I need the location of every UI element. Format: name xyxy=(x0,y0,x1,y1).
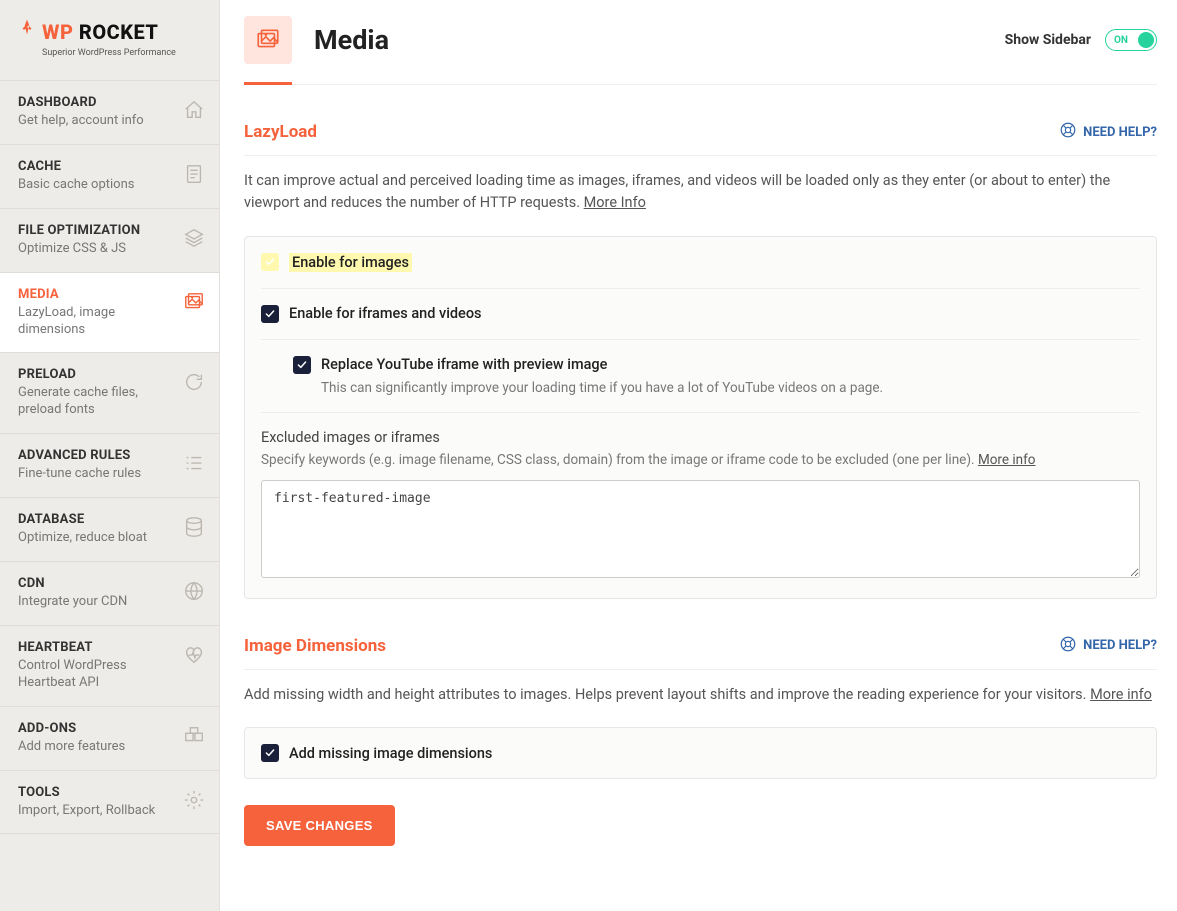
nav-title: MEDIA xyxy=(18,287,173,302)
nav-subtitle: Generate cache files, preload fonts xyxy=(18,385,173,419)
globe-icon xyxy=(183,580,205,602)
heartbeat-icon xyxy=(183,644,205,666)
enable-iframes-label: Enable for iframes and videos xyxy=(289,305,482,322)
sidebar-item-tools[interactable]: TOOLS Import, Export, Rollback xyxy=(0,770,219,835)
sidebar-item-file-optimization[interactable]: FILE OPTIMIZATION Optimize CSS & JS xyxy=(0,208,219,272)
nav-title: PRELOAD xyxy=(18,367,173,382)
excluded-desc: Specify keywords (e.g. image filename, C… xyxy=(261,452,1140,468)
more-info-link[interactable]: More info xyxy=(1090,686,1152,703)
nav-title: DASHBOARD xyxy=(18,95,173,110)
file-icon xyxy=(183,163,205,185)
help-icon xyxy=(1059,635,1077,657)
nav-subtitle: Fine-tune cache rules xyxy=(18,466,173,483)
sidebar-item-media[interactable]: MEDIA LazyLoad, image dimensions xyxy=(0,272,219,353)
brand-name: WP ROCKET xyxy=(42,20,158,44)
nav-title: HEARTBEAT xyxy=(18,640,173,655)
home-icon xyxy=(183,99,205,121)
boxes-icon xyxy=(183,725,205,747)
show-sidebar-label: Show Sidebar xyxy=(1005,32,1091,48)
gear-icon xyxy=(183,789,205,811)
enable-iframes-checkbox[interactable] xyxy=(261,305,279,323)
toggle-on-label: ON xyxy=(1114,35,1128,46)
brand-tagline: Superior WordPress Performance xyxy=(42,48,201,58)
more-info-link[interactable]: More Info xyxy=(584,194,646,211)
layers-icon xyxy=(183,227,205,249)
need-help-label: NEED HELP? xyxy=(1083,638,1157,653)
nav-subtitle: LazyLoad, image dimensions xyxy=(18,305,173,339)
sidebar-item-advanced-rules[interactable]: ADVANCED RULES Fine-tune cache rules xyxy=(0,433,219,497)
nav-title: ADVANCED RULES xyxy=(18,448,173,463)
rocket-icon xyxy=(18,18,36,46)
replace-youtube-checkbox[interactable] xyxy=(293,356,311,374)
nav-subtitle: Basic cache options xyxy=(18,177,173,194)
nav-title: TOOLS xyxy=(18,785,173,800)
enable-images-label: Enable for images xyxy=(289,253,412,272)
images-icon xyxy=(183,291,205,313)
need-help-button[interactable]: NEED HELP? xyxy=(1059,635,1157,657)
nav-title: ADD-ONS xyxy=(18,721,173,736)
need-help-button[interactable]: NEED HELP? xyxy=(1059,121,1157,143)
nav-subtitle: Control WordPress Heartbeat API xyxy=(18,658,173,692)
nav-subtitle: Add more features xyxy=(18,739,173,756)
sidebar-item-database[interactable]: DATABASE Optimize, reduce bloat xyxy=(0,497,219,561)
lazyload-description: It can improve actual and perceived load… xyxy=(244,170,1157,214)
excluded-title: Excluded images or iframes xyxy=(261,429,1140,446)
accent-bar xyxy=(244,82,292,85)
sidebar: WP ROCKET Superior WordPress Performance… xyxy=(0,0,220,911)
nav-title: CACHE xyxy=(18,159,173,174)
page-header: Media Show Sidebar ON xyxy=(244,10,1157,85)
refresh-icon xyxy=(183,371,205,393)
sidebar-item-add-ons[interactable]: ADD-ONS Add more features xyxy=(0,706,219,770)
image-dim-description: Add missing width and height attributes … xyxy=(244,684,1157,706)
nav-title: DATABASE xyxy=(18,512,173,527)
nav-subtitle: Get help, account info xyxy=(18,113,173,130)
image-dim-title: Image Dimensions xyxy=(244,636,386,656)
replace-youtube-help: This can significantly improve your load… xyxy=(321,380,1140,396)
nav-subtitle: Integrate your CDN xyxy=(18,594,173,611)
enable-images-checkbox[interactable] xyxy=(261,253,279,271)
nav-subtitle: Optimize CSS & JS xyxy=(18,241,173,258)
show-sidebar-toggle[interactable]: ON xyxy=(1105,29,1157,51)
sidebar-item-cdn[interactable]: CDN Integrate your CDN xyxy=(0,561,219,625)
sidebar-item-heartbeat[interactable]: HEARTBEAT Control WordPress Heartbeat AP… xyxy=(0,625,219,706)
add-missing-checkbox[interactable] xyxy=(261,744,279,762)
help-icon xyxy=(1059,121,1077,143)
nav-title: FILE OPTIMIZATION xyxy=(18,223,173,238)
add-missing-label: Add missing image dimensions xyxy=(289,745,492,762)
replace-youtube-label: Replace YouTube iframe with preview imag… xyxy=(321,356,607,373)
excluded-textarea[interactable] xyxy=(261,480,1140,578)
sidebar-item-preload[interactable]: PRELOAD Generate cache files, preload fo… xyxy=(0,352,219,433)
nav-subtitle: Import, Export, Rollback xyxy=(18,803,173,820)
lazyload-title: LazyLoad xyxy=(244,122,317,142)
excluded-more-link[interactable]: More info xyxy=(978,452,1036,468)
database-icon xyxy=(183,516,205,538)
image-dim-panel: Add missing image dimensions xyxy=(244,727,1157,779)
main-content: Media Show Sidebar ON LazyLoad NEED HELP… xyxy=(220,0,1177,911)
list-icon xyxy=(183,452,205,474)
nav-subtitle: Optimize, reduce bloat xyxy=(18,530,173,547)
images-icon xyxy=(244,16,292,64)
lazyload-section: LazyLoad NEED HELP? It can improve actua… xyxy=(244,121,1157,599)
image-dimensions-section: Image Dimensions NEED HELP? Add missing … xyxy=(244,635,1157,780)
brand-logo: WP ROCKET Superior WordPress Performance xyxy=(0,0,219,80)
toggle-knob xyxy=(1138,32,1154,48)
sidebar-item-cache[interactable]: CACHE Basic cache options xyxy=(0,144,219,208)
need-help-label: NEED HELP? xyxy=(1083,125,1157,140)
save-changes-button[interactable]: SAVE CHANGES xyxy=(244,805,395,846)
nav-title: CDN xyxy=(18,576,173,591)
lazyload-panel: Enable for images Enable for iframes and… xyxy=(244,236,1157,599)
sidebar-item-dashboard[interactable]: DASHBOARD Get help, account info xyxy=(0,80,219,144)
page-title: Media xyxy=(314,24,389,56)
